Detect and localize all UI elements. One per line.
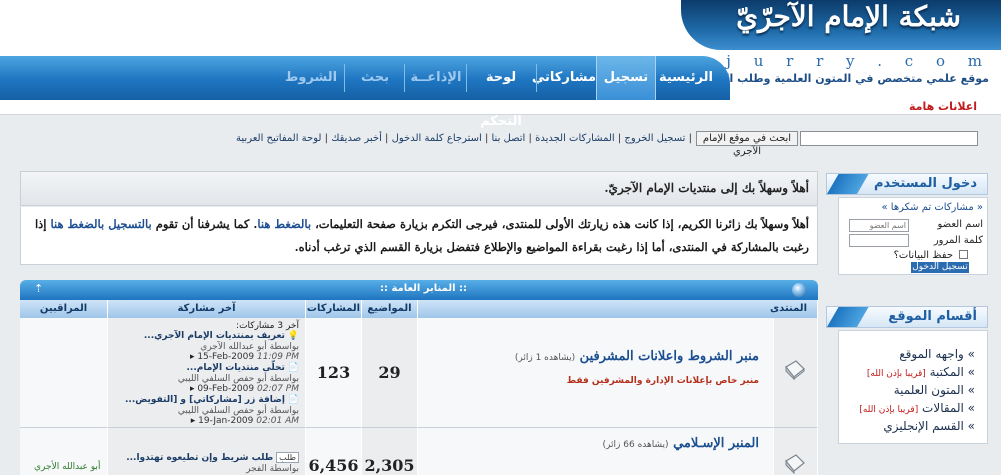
forum-description: منبر خاص بإعلانات الإدارة والمشرفين فقط: [566, 376, 759, 386]
forum-viewers: (يشاهده 66 زائر): [602, 440, 669, 450]
forum-topics-count: 29: [362, 318, 418, 428]
welcome-text: أهلاً وسهلاً بك زائرنا الكريم، إذا كانت …: [34, 217, 809, 254]
forum-status-cell: [774, 318, 818, 428]
forum-topics-count: 2,305: [362, 428, 418, 475]
remember-label: حفظ البيانات؟: [893, 250, 953, 261]
site-logo[interactable]: شبكة الإمام الآجرّيّ: [681, 0, 1001, 50]
post-tag: طلب: [276, 452, 299, 463]
username-input[interactable]: اسم العضو: [849, 219, 909, 232]
nav-rules[interactable]: الشروط: [278, 56, 344, 100]
forum-title[interactable]: منبر الشروط واعلانات المشرفين (يشاهده 1 …: [515, 349, 759, 364]
last-post-author[interactable]: بواسطة أبو حفص السلفي الليبي: [178, 406, 299, 416]
site-header: شبكة الإمام الآجرّيّ w w w . a j u r r y…: [0, 0, 1001, 129]
col-header-moderators: المراقبين: [20, 300, 108, 318]
col-header-topics: المواضيع: [362, 300, 418, 318]
welcome-header: أهلاً وسهلاً بك إلى منتديات الإمام الآجر…: [20, 171, 818, 206]
nav-radio[interactable]: الإذاعــة: [406, 56, 466, 100]
forum-read-icon: [785, 360, 805, 381]
last-post-author[interactable]: بواسطة الفجر: [246, 464, 299, 474]
login-button[interactable]: تسجيل الدخول: [911, 262, 969, 273]
forum-posts-count: 123: [306, 318, 362, 428]
search-input[interactable]: [800, 131, 978, 146]
password-input[interactable]: [849, 234, 909, 247]
category-title[interactable]: :: المنابر العامة ::: [380, 283, 467, 294]
col-header-posts: المشاركات: [306, 300, 362, 318]
coming-soon-label: [قريبا بإذن الله]: [866, 369, 926, 379]
forum-moderators-cell: أبو عبدالله الأجري: [20, 428, 108, 475]
forum-read-icon: [785, 454, 805, 475]
section-item-texts[interactable]: » المتون العلمية: [894, 383, 975, 397]
nav-divider: [536, 64, 537, 92]
login-header: دخول المستخدم: [826, 173, 988, 195]
forum-last-posts: آخر 3 مشاركات: 💡 تعريف بمنتديات الإمام ا…: [108, 318, 306, 428]
category-orb-icon: [792, 283, 806, 297]
last-post-title[interactable]: طلب طلب شريط وإن تطيعوه تهتدوا...: [126, 452, 299, 463]
announcements-link[interactable]: اعلانات هامة: [909, 100, 977, 113]
remember-checkbox[interactable]: [959, 250, 968, 259]
moderator-name[interactable]: أبو عبدالله الأجري: [34, 462, 100, 472]
link-contact[interactable]: اتصل بنا: [492, 133, 526, 144]
header-stripe: [827, 174, 869, 194]
section-item-english[interactable]: » القسم الإنجليزي: [883, 419, 975, 433]
link-tell-friend[interactable]: أخبر صديقك: [331, 133, 382, 144]
nav-home[interactable]: الرئيسية: [648, 56, 724, 100]
last-post-title[interactable]: 💡 تعريف بمنتديات الإمام الآجري...: [144, 331, 299, 341]
section-item-articles[interactable]: » المقالات [قريبا بإذن الله]: [859, 401, 975, 415]
last-post-date: 19-Jan-2009 02:01 AM ▸: [190, 416, 299, 426]
coming-soon-label: [قريبا بإذن الله]: [859, 405, 919, 415]
collapse-icon[interactable]: ⇡: [34, 282, 43, 295]
last-post-title[interactable]: 📄 تحلّى منتديات الإمام...: [186, 363, 299, 373]
sections-header: أقسام الموقع: [826, 306, 988, 328]
login-title: دخول المستخدم: [874, 176, 977, 191]
nav-my-posts[interactable]: مشاركاتي: [532, 56, 596, 100]
header-stripe: [827, 307, 869, 327]
nav-divider: [404, 64, 405, 92]
thanked-posts-link[interactable]: « مشاركات تم شكرها »: [881, 202, 983, 213]
search-button[interactable]: ابحث في موقع الإمام الآجري: [696, 131, 798, 157]
last-post-date: 09-Feb-2009 02:07 PM ▸: [189, 384, 299, 394]
sections-box: » واجهه الموقع » المكتبة [قريبا بإذن الل…: [838, 330, 988, 444]
faq-link[interactable]: بالضغط هنا: [257, 217, 311, 231]
nav-register[interactable]: تسجيل: [596, 56, 656, 100]
last-post-author[interactable]: بواسطة أبو حفص السلفي الليبي: [178, 374, 299, 384]
forum-posts-count: 6,456: [306, 428, 362, 475]
forum-status-cell: [774, 428, 818, 475]
category-header: :: المنابر العامة :: ⇡: [20, 280, 818, 300]
last-post-author[interactable]: بواسطة أبو عبدالله الآجري: [200, 342, 299, 352]
col-header-last-post: آخر مشاركة: [108, 300, 306, 318]
welcome-body: أهلاً وسهلاً بك زائرنا الكريم، إذا كانت …: [20, 207, 818, 265]
nav-divider: [344, 64, 345, 92]
username-label: اسم العضو: [937, 219, 983, 230]
section-item-home[interactable]: » واجهه الموقع: [899, 347, 975, 361]
forum-moderators-cell: [20, 318, 108, 428]
forum-row-islamic[interactable]: المنبر الإسـلامي (يشاهده 66 زائر): [418, 428, 774, 475]
forum-title[interactable]: المنبر الإسـلامي (يشاهده 66 زائر): [603, 436, 759, 451]
last-posts-header: آخر 3 مشاركات:: [236, 321, 299, 331]
last-post-title[interactable]: 📄 إضافة زر [مشاركاتي] و [التفويض...: [125, 395, 299, 405]
forum-viewers: (يشاهده 1 زائر): [514, 353, 576, 363]
sections-title: أقسام الموقع: [888, 309, 977, 324]
link-arabic-keyboard[interactable]: لوحة المفاتيح العربية: [236, 133, 321, 144]
last-post-date: 15-Feb-2009 11:09 PM ▸: [189, 352, 299, 362]
logo-text: شبكة الإمام الآجرّيّ: [736, 0, 961, 33]
announcements-bar: اعلانات هامة: [0, 100, 1001, 115]
section-item-library[interactable]: » المكتبة [قريبا بإذن الله]: [867, 365, 975, 379]
login-box: « مشاركات تم شكرها » اسم العضو اسم العضو…: [838, 197, 988, 275]
register-link[interactable]: بالتسجيل بالضغط هنا: [51, 217, 152, 231]
nav-divider: [466, 64, 467, 92]
nav-control-panel[interactable]: لوحة التحكم: [468, 56, 534, 129]
welcome-title: أهلاً وسهلاً بك إلى منتديات الإمام الآجر…: [604, 181, 809, 195]
link-recover-password[interactable]: استرجاع كلمة الدخول: [392, 133, 482, 144]
main-navbar: الرئيسية تسجيل مشاركاتي لوحة التحكم الإذ…: [0, 56, 730, 129]
link-new-posts[interactable]: المشاركات الجديدة: [535, 133, 615, 144]
link-logout[interactable]: تسجيل الخروج: [624, 133, 685, 144]
quick-links: | تسجيل الخروج | المشاركات الجديدة | اتص…: [236, 133, 692, 144]
forum-row-rules[interactable]: منبر الشروط واعلانات المشرفين (يشاهده 1 …: [418, 318, 774, 428]
col-header-forum: المنتدى: [418, 300, 818, 318]
forum-last-posts: طلب طلب شريط وإن تطيعوه تهتدوا... بواسطة…: [108, 428, 306, 475]
nav-search[interactable]: بحث: [346, 56, 404, 100]
password-label: كلمة المرور: [933, 235, 983, 246]
